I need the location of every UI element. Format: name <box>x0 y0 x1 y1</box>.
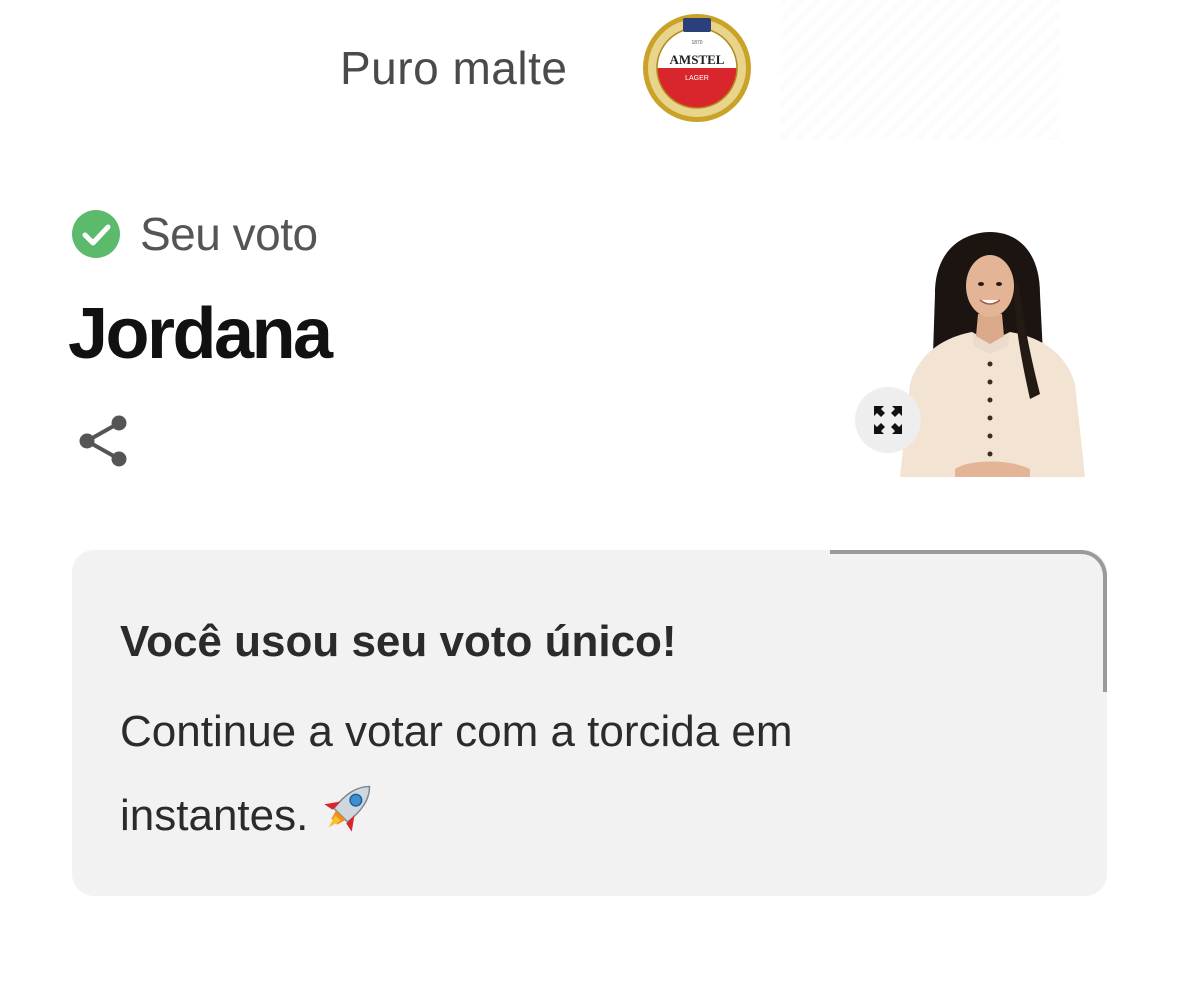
card-body: Continue a votar com a torcida em instan… <box>120 690 920 858</box>
vote-status-label: Seu voto <box>140 208 318 260</box>
share-icon[interactable] <box>76 412 130 470</box>
svg-text:AMSTEL: AMSTEL <box>670 52 725 67</box>
vote-confirmation-card: Você usou seu voto único! Continue a vot… <box>72 550 1107 896</box>
background-watermark <box>780 0 1060 140</box>
sponsor-banner: Puro malte 1870 AMSTEL LAGER <box>340 8 753 128</box>
check-circle-icon <box>72 210 120 258</box>
vote-status: Seu voto <box>72 207 318 261</box>
card-body-text: Continue a votar com a torcida em instan… <box>120 707 793 840</box>
rocket-icon <box>324 785 371 832</box>
svg-text:LAGER: LAGER <box>686 75 710 82</box>
sponsor-text: Puro malte <box>340 42 568 94</box>
candidate-name: Jordana <box>68 294 333 374</box>
svg-text:1870: 1870 <box>692 40 703 46</box>
expand-photo-button[interactable] <box>855 387 921 453</box>
amstel-lager-logo-icon: 1870 AMSTEL LAGER <box>643 14 752 122</box>
card-title: Você usou seu voto único! <box>120 617 677 666</box>
expand-arrows-icon <box>874 406 902 434</box>
